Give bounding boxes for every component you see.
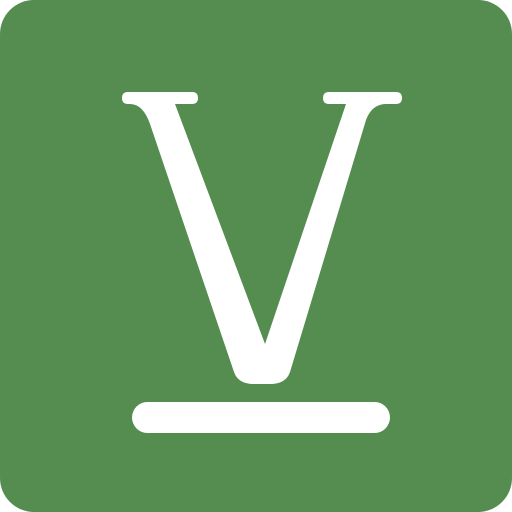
icon-background xyxy=(0,0,512,512)
v-logo-icon xyxy=(0,0,512,512)
app-icon xyxy=(0,0,512,512)
underline-bar xyxy=(132,402,390,433)
